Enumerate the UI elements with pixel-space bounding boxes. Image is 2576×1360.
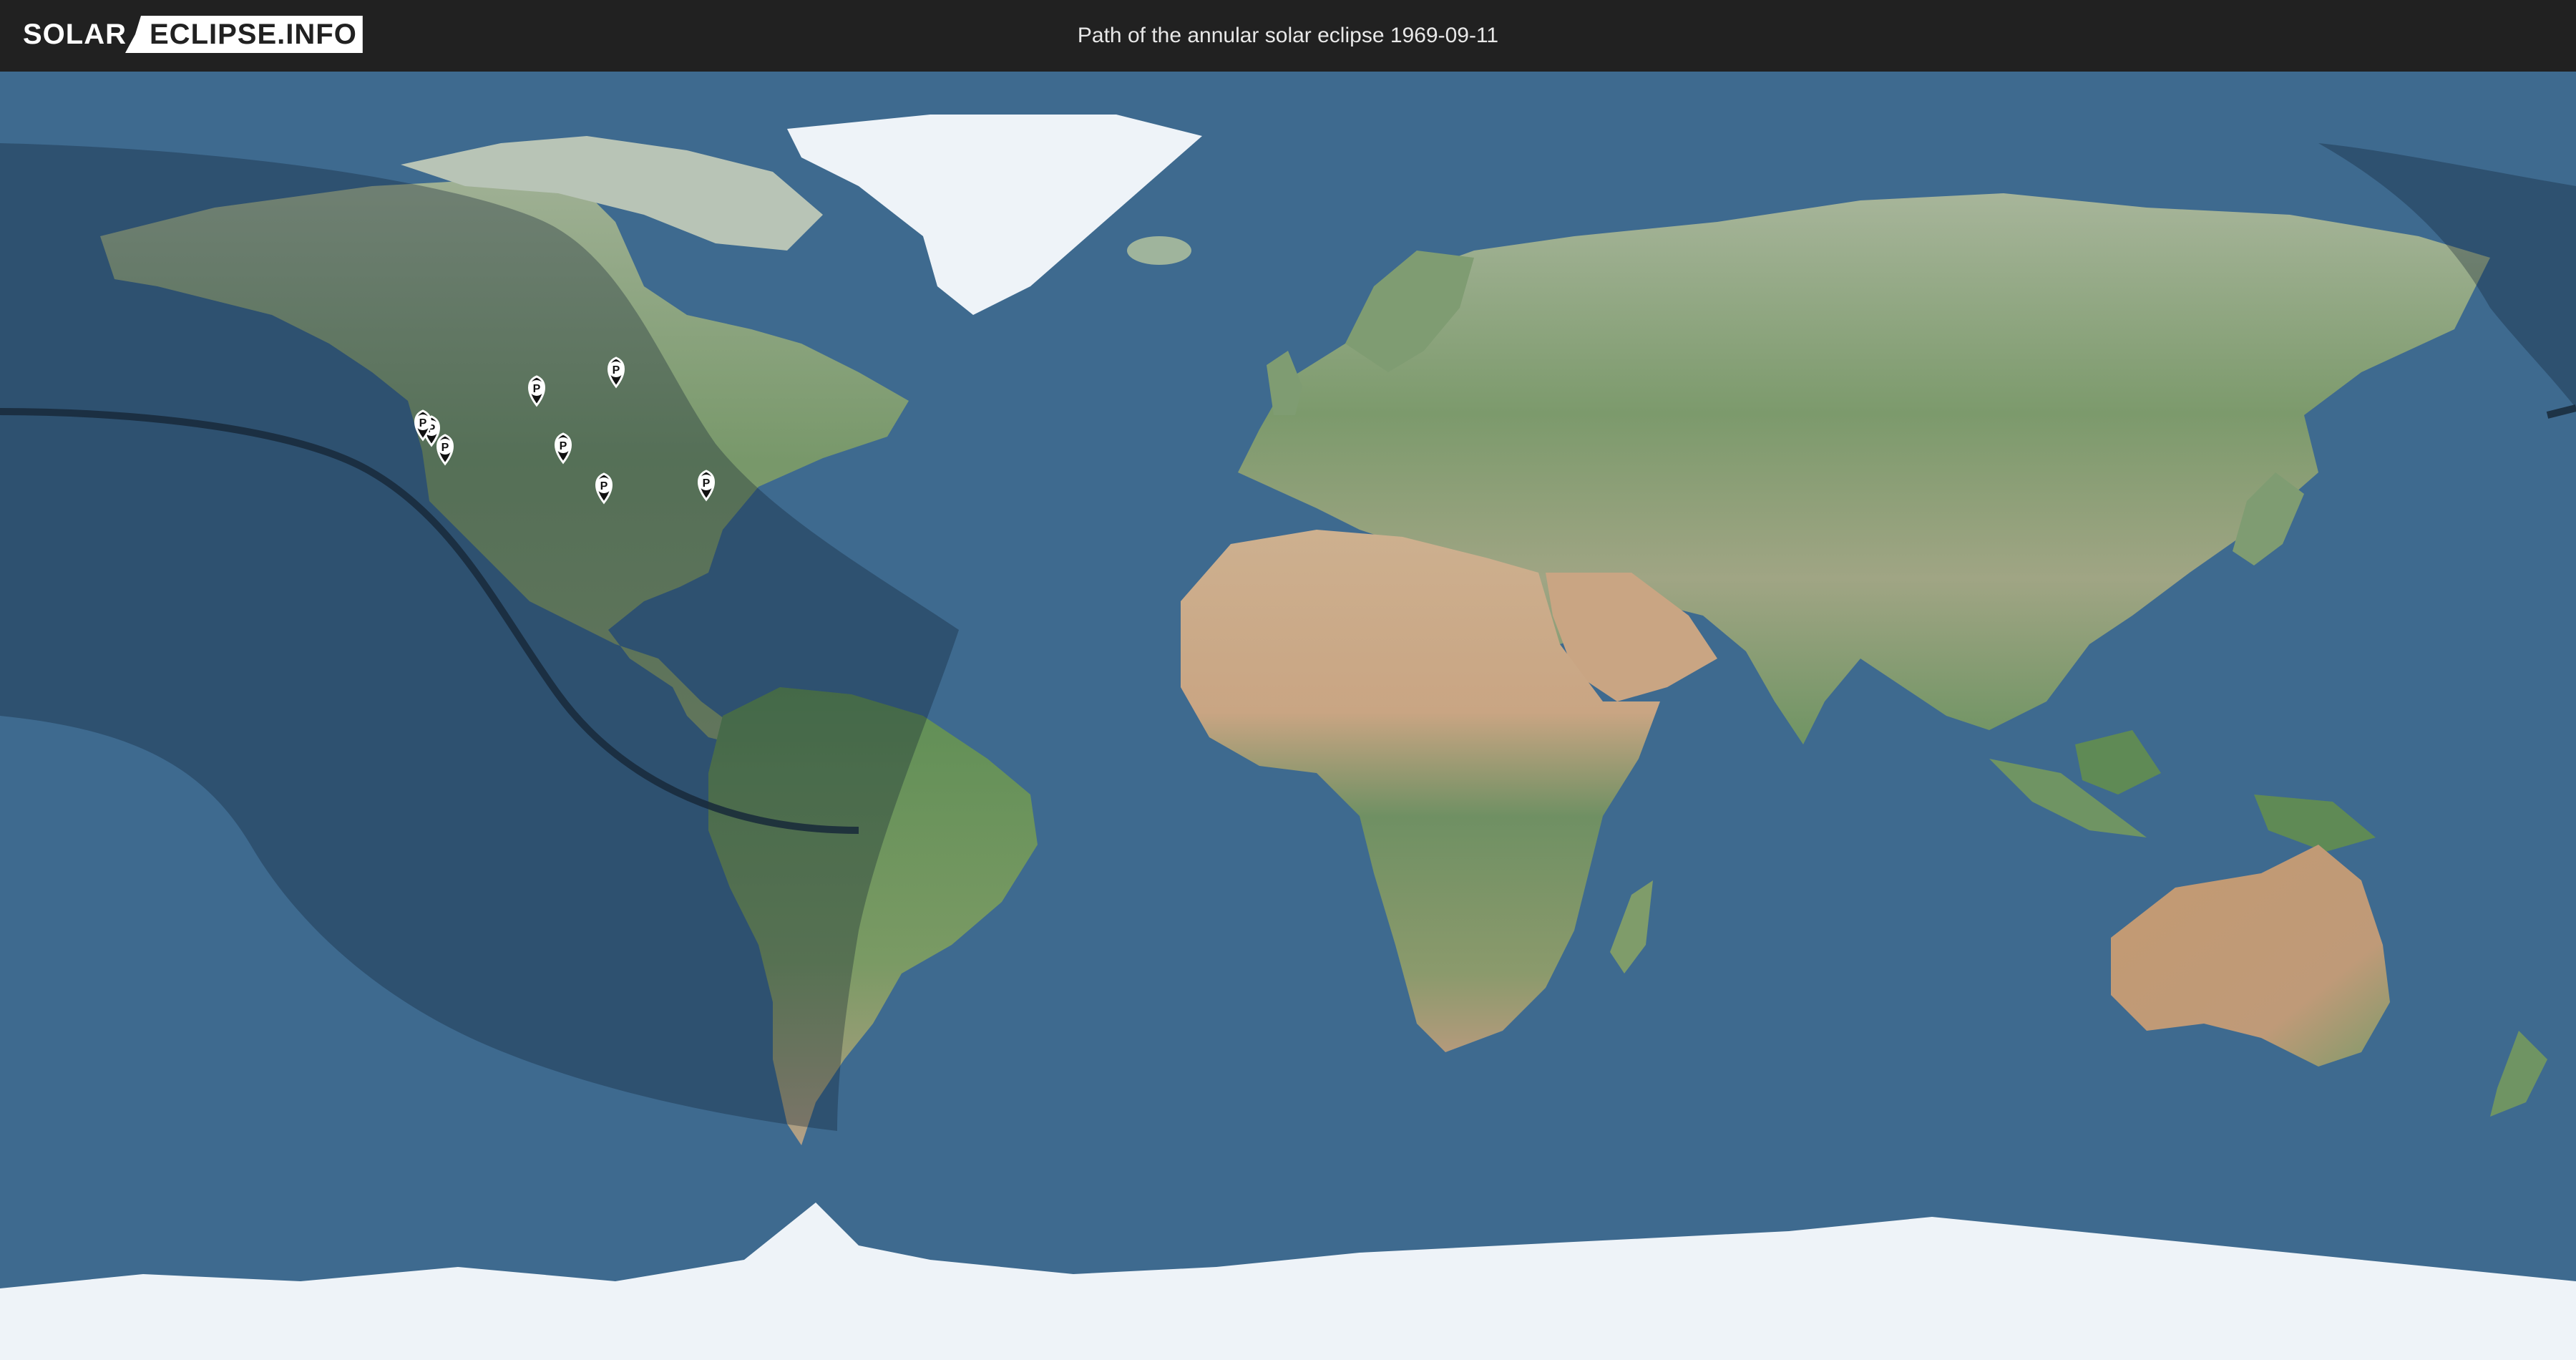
header-bar: SOLAR ECLIPSE.INFO Path of the annular s… bbox=[0, 0, 2576, 72]
land-iceland bbox=[1127, 236, 1191, 265]
location-marker-label: P bbox=[533, 383, 541, 395]
location-marker-label: P bbox=[613, 364, 620, 377]
map-title: Path of the annular solar eclipse 1969-0… bbox=[1077, 24, 1499, 47]
location-marker-label: P bbox=[419, 417, 427, 429]
location-marker-label: P bbox=[560, 440, 567, 452]
location-marker-label: P bbox=[703, 477, 711, 490]
world-map[interactable]: P P P P P P P P bbox=[0, 72, 2576, 1360]
location-marker-label: P bbox=[441, 442, 449, 454]
location-marker-label: P bbox=[600, 480, 608, 492]
